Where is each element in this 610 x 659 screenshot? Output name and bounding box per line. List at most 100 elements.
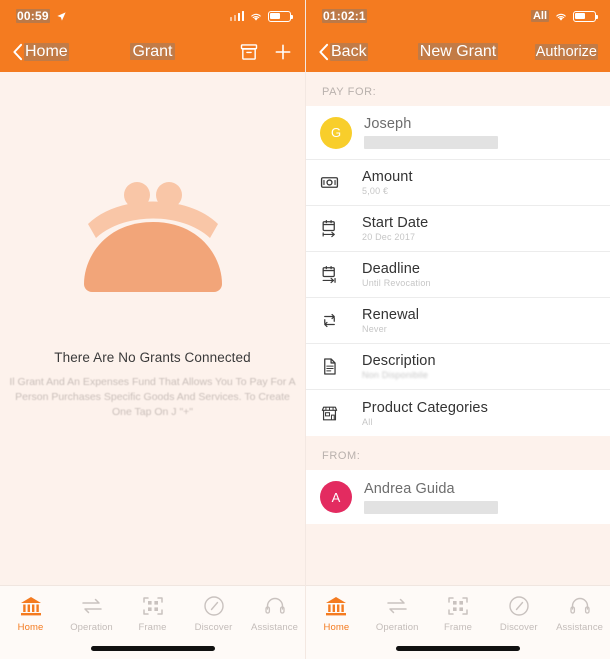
- page-title-text: New Grant: [417, 43, 499, 60]
- tab-discover-label: Discover: [194, 622, 233, 633]
- home-indicator: [396, 646, 520, 651]
- nav-actions-left: [239, 42, 293, 62]
- back-button[interactable]: Back: [318, 43, 368, 61]
- row-body: Product Categories All: [354, 400, 594, 427]
- banknote-icon: [320, 173, 354, 192]
- avatar-letter: A: [331, 489, 341, 505]
- status-bar-time: 01:02:1: [322, 9, 367, 23]
- tab-frame[interactable]: Frame: [122, 594, 183, 633]
- row-body: Renewal Never: [354, 307, 594, 334]
- row-body: Deadline Until Revocation: [354, 261, 594, 288]
- tab-operation-label: Operation: [70, 622, 113, 633]
- signal-bars-icon: [229, 11, 244, 21]
- transfer-arrows-icon: [81, 598, 102, 614]
- person-name: Joseph: [364, 116, 412, 132]
- tab-operation-label: Operation: [375, 622, 419, 633]
- storefront-icon: [320, 404, 354, 423]
- document-icon: [320, 357, 354, 376]
- row-value: Non Disponibile: [362, 370, 429, 380]
- pay-for-section-label: PAY FOR:: [322, 86, 377, 98]
- tab-operation[interactable]: Operation: [61, 594, 122, 633]
- qr-frame-icon: [448, 597, 468, 615]
- headset-icon: [569, 597, 590, 614]
- person-name: Andrea Guida: [364, 480, 455, 497]
- pay-for-person-row[interactable]: G Joseph: [306, 106, 610, 160]
- tab-bar-left: Home Operation Frame Discover Assistance: [0, 585, 305, 659]
- tab-frame-label: Frame: [138, 622, 167, 633]
- wifi-icon: [556, 13, 566, 21]
- row-title: Product Categories: [362, 399, 488, 416]
- left-screen: 00:59 Home Grant There Are No Grants Con…: [0, 0, 305, 659]
- location-arrow-icon: [57, 11, 66, 21]
- from-card: A Andrea Guida: [306, 470, 610, 524]
- tab-home-label: Home: [323, 622, 350, 633]
- nav-bar-left: Home Grant: [0, 32, 305, 72]
- row-value: Until Revocation: [362, 278, 431, 288]
- tab-operation[interactable]: Operation: [367, 594, 428, 633]
- row-renewal[interactable]: Renewal Never: [306, 298, 610, 344]
- pay-for-card: G Joseph Amount 5,00 € Start Date 20 Dec…: [306, 106, 610, 436]
- row-title: Renewal: [362, 307, 420, 323]
- chevron-left-icon: [13, 43, 23, 61]
- row-title: Description: [362, 353, 436, 369]
- row-body: Start Date 20 Dec 2017: [354, 215, 594, 242]
- row-description[interactable]: Description Non Disponibile: [306, 344, 610, 390]
- person-body: Joseph: [352, 116, 594, 149]
- carrier-label: All: [530, 10, 549, 22]
- back-button-label: Home: [24, 43, 69, 61]
- tab-frame-label: Frame: [444, 622, 472, 633]
- calendar-end-icon: [320, 265, 354, 284]
- back-button-label: Back: [330, 43, 368, 61]
- left-body: There Are No Grants Connected Il Grant A…: [0, 72, 305, 585]
- right-screen: 01:02:1 All Back New Grant Authorize PAY…: [305, 0, 610, 659]
- tab-assistance-label: Assistance: [251, 622, 298, 633]
- from-person-row[interactable]: A Andrea Guida: [306, 470, 610, 524]
- new-grant-form: PAY FOR: G Joseph Amount 5,00 € Start Da…: [306, 72, 610, 585]
- tab-assistance[interactable]: Assistance: [244, 594, 305, 633]
- bank-icon: [20, 597, 41, 616]
- headset-icon: [264, 597, 285, 614]
- row-title: Amount: [362, 169, 413, 185]
- compass-icon: [203, 596, 224, 616]
- tab-home-label: Home: [17, 622, 44, 633]
- tab-home[interactable]: Home: [0, 594, 61, 633]
- row-start-date[interactable]: Start Date 20 Dec 2017: [306, 206, 610, 252]
- archive-box-icon[interactable]: [239, 42, 259, 62]
- status-bar-left-group: 01:02:1: [322, 9, 367, 23]
- row-value: 5,00 €: [362, 186, 389, 196]
- status-bar-time: 00:59: [16, 9, 50, 23]
- right-body: PAY FOR: G Joseph Amount 5,00 € Start Da…: [306, 72, 610, 585]
- tab-discover[interactable]: Discover: [488, 594, 549, 633]
- battery-icon: [573, 10, 599, 22]
- tab-discover[interactable]: Discover: [183, 594, 244, 633]
- from-section-label: FROM:: [322, 450, 361, 462]
- transfer-arrows-icon: [387, 598, 407, 614]
- empty-state-title: There Are No Grants Connected: [54, 350, 251, 365]
- row-amount[interactable]: Amount 5,00 €: [306, 160, 610, 206]
- authorize-button[interactable]: Authorize: [534, 44, 598, 60]
- row-title: Deadline: [362, 261, 421, 277]
- row-value: Never: [362, 324, 388, 334]
- tab-assistance[interactable]: Assistance: [549, 594, 610, 633]
- row-body: Description Non Disponibile: [354, 353, 594, 380]
- avatar: G: [320, 116, 352, 149]
- redaction-bar: [364, 500, 498, 514]
- row-value: 20 Dec 2017: [362, 232, 416, 242]
- dual-screenshot-container: 00:59 Home Grant There Are No Grants Con…: [0, 0, 610, 659]
- status-bar-right-group: All: [530, 10, 599, 22]
- status-bar-left-group: 00:59: [16, 9, 67, 23]
- page-title-text: Grant: [130, 43, 175, 60]
- row-title: Start Date: [362, 215, 429, 231]
- row-deadline[interactable]: Deadline Until Revocation: [306, 252, 610, 298]
- back-button[interactable]: Home: [12, 43, 69, 61]
- row-value: All: [362, 416, 373, 427]
- row-product-categories[interactable]: Product Categories All: [306, 390, 610, 436]
- tab-frame[interactable]: Frame: [428, 594, 489, 633]
- tab-home[interactable]: Home: [306, 594, 367, 633]
- status-bar-right-group: [229, 10, 294, 22]
- tab-assistance-label: Assistance: [556, 622, 604, 633]
- nav-actions-right: Authorize: [534, 44, 598, 60]
- plus-icon[interactable]: [273, 42, 293, 62]
- compass-icon: [509, 596, 529, 616]
- avatar-letter: G: [330, 125, 342, 140]
